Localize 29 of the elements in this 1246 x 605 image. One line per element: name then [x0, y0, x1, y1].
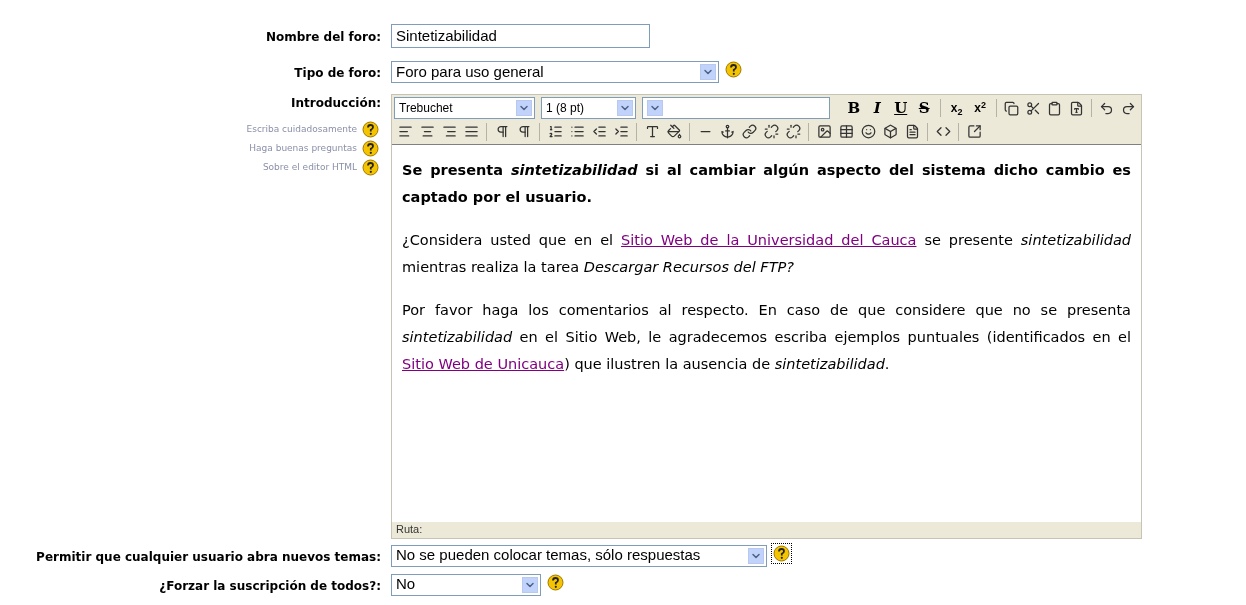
field-label: Tipo de foro: [294, 66, 381, 80]
dropdown[interactable]: Foro para uso general [391, 61, 719, 83]
field-label: ¿Forzar la suscripción de todos?: [159, 578, 381, 593]
field-label: Introducción: [291, 95, 381, 112]
format-button[interactable]: S [912, 97, 936, 120]
format-button[interactable]: B [842, 97, 866, 120]
paragraph: Por favor haga los comentarios al respecto. En caso de que considere que no se presenta sintetizabilidad en el Sitio Web, le agradecemos escriba ejemplos puntuales (identificados en el Sitio Web de Unicauca) que ilustren la ausencia de sintetizabilidad. [402, 300, 1131, 374]
field-label: Nombre del foro: [265, 30, 381, 44]
help-icon[interactable] [773, 544, 790, 562]
format-button[interactable]: U [888, 97, 913, 120]
font-select[interactable]: Trebuchet [394, 97, 536, 120]
field-label: Permitir que cualquier usuario abra nuevos temas: [36, 549, 381, 564]
dropdown[interactable]: No se pueden colocar temas, sólo respuestas [391, 544, 767, 567]
link[interactable]: Sitio Web de la Universidad del Cauca [621, 231, 917, 248]
link[interactable]: Sitio Web de Unicauca [402, 355, 565, 372]
script-button[interactable]: x$^{2}$ [968, 99, 992, 118]
path-label: Ruta: [396, 522, 423, 538]
forum-name-field[interactable]: Sintetizabilidad [391, 24, 650, 48]
paragraph: Se presenta sintetizabilidad si al cambiar algún aspecto del sistema dicho cambio es captado por el usuario. [402, 160, 1131, 207]
help-icon[interactable] [547, 573, 564, 591]
help-icon[interactable] [725, 61, 742, 78]
format-button[interactable]: I [865, 97, 889, 120]
paragraph: ¿Considera usted que en el Sitio Web de la Universidad del Cauca se presente sintetizabilidad mientras realiza la tarea Descargar Recursos del FTP? [402, 230, 1131, 277]
dropdown[interactable]: No [391, 573, 541, 596]
size-select[interactable]: 1 (8 pt) [541, 97, 637, 120]
script-button[interactable]: x$_{2}$ [944, 99, 969, 118]
help-icon[interactable] [362, 121, 379, 138]
help-icon[interactable] [362, 140, 379, 157]
help-icon[interactable] [362, 159, 379, 176]
